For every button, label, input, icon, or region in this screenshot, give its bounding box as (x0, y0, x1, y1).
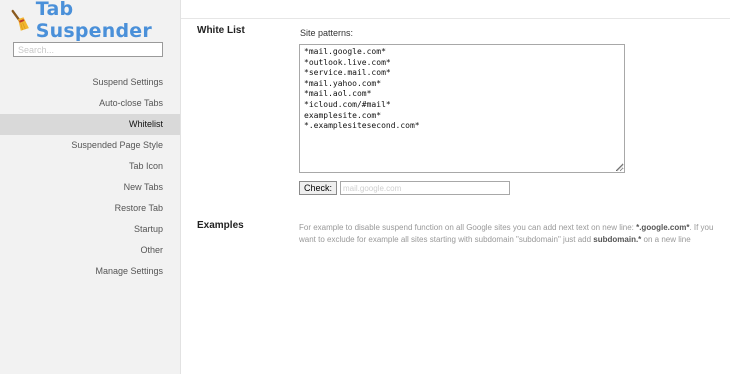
search-input[interactable] (13, 42, 163, 57)
examples-description: For example to disable suspend function … (299, 222, 724, 247)
sidebar-item-whitelist[interactable]: Whitelist (0, 114, 180, 135)
sidebar-item-auto-close-tabs[interactable]: Auto-close Tabs (0, 93, 180, 114)
section-title-white-list: White List (197, 25, 245, 36)
examples-bold-subdomain: subdomain.* (593, 235, 642, 245)
examples-text-part3: on a new line (641, 235, 691, 245)
check-button[interactable]: Check: (299, 181, 338, 195)
sidebar: Tab Suspender Suspend Settings Auto-clos… (0, 0, 181, 374)
header-divider (181, 18, 730, 19)
section-title-examples: Examples (197, 220, 244, 231)
sidebar-item-suspended-page-style[interactable]: Suspended Page Style (0, 135, 180, 156)
app-logo: Tab Suspender (10, 0, 180, 42)
sidebar-item-suspend-settings[interactable]: Suspend Settings (0, 72, 180, 93)
site-patterns-textarea[interactable] (299, 44, 625, 173)
broom-icon (11, 9, 29, 31)
sidebar-item-other[interactable]: Other (0, 240, 180, 261)
examples-text-part1: For example to disable suspend function … (299, 223, 637, 232)
sidebar-item-new-tabs[interactable]: New Tabs (0, 177, 180, 198)
site-patterns-label: Site patterns: (300, 28, 354, 38)
sidebar-item-startup[interactable]: Startup (0, 219, 180, 240)
sidebar-item-restore-tab[interactable]: Restore Tab (0, 198, 180, 219)
app-title: Tab Suspender (35, 0, 152, 42)
sidebar-item-manage-settings[interactable]: Manage Settings (0, 261, 180, 282)
examples-bold-google: *.google.com* (636, 223, 690, 232)
sidebar-item-tab-icon[interactable]: Tab Icon (0, 156, 180, 177)
check-url-input[interactable] (340, 181, 510, 195)
sidebar-nav: Suspend Settings Auto-close Tabs Whiteli… (0, 72, 180, 282)
